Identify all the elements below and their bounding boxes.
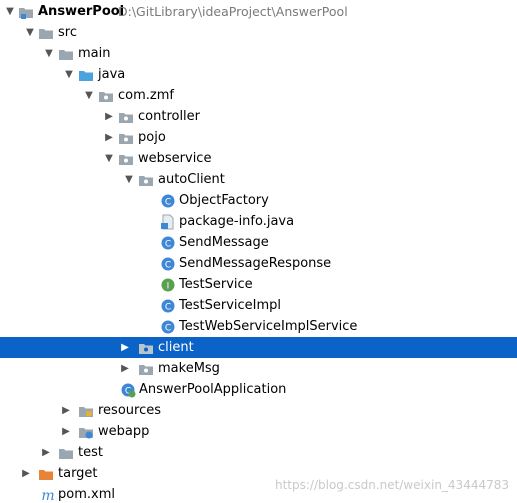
tree-label-file: package-info.java bbox=[179, 214, 295, 229]
class-icon: C bbox=[161, 320, 175, 334]
chevron-down-icon[interactable]: ▼ bbox=[63, 64, 75, 85]
tree-row-pojo[interactable]: ▶ pojo bbox=[0, 127, 517, 148]
resources-folder-icon bbox=[79, 407, 93, 417]
class-icon: C bbox=[161, 257, 175, 271]
interface-icon: I bbox=[161, 278, 175, 292]
tree-label-pojo: pojo bbox=[138, 130, 166, 145]
tree-row-resources[interactable]: ▶ resources bbox=[0, 400, 517, 421]
svg-text:C: C bbox=[165, 261, 171, 271]
tree-label-pom: pom.xml bbox=[58, 487, 115, 502]
java-file-icon bbox=[161, 214, 174, 230]
project-name: AnswerPool bbox=[38, 4, 125, 19]
tree-row-autoclient[interactable]: ▼ autoClient bbox=[0, 169, 517, 190]
project-tree: ▼ AnswerPool D:\GitLibrary\ideaProject\A… bbox=[0, 0, 517, 503]
spring-boot-class-icon: C bbox=[121, 383, 136, 398]
tree-label-application: AnswerPoolApplication bbox=[139, 382, 287, 397]
chevron-down-icon[interactable]: ▼ bbox=[4, 1, 16, 22]
package-icon bbox=[99, 92, 113, 102]
tree-row-webapp[interactable]: ▶ webapp bbox=[0, 421, 517, 442]
tree-label-file: SendMessageResponse bbox=[179, 256, 332, 271]
module-folder-icon bbox=[19, 8, 33, 19]
tree-row-file[interactable]: C ObjectFactory bbox=[0, 190, 517, 211]
tree-label-file: TestService bbox=[179, 277, 253, 292]
svg-text:m: m bbox=[41, 488, 54, 503]
web-folder-icon bbox=[79, 428, 93, 439]
svg-text:I: I bbox=[167, 282, 170, 292]
tree-row-file[interactable]: C SendMessage bbox=[0, 232, 517, 253]
tree-label-webservice: webservice bbox=[138, 151, 212, 166]
svg-text:C: C bbox=[165, 324, 171, 334]
tree-row-package[interactable]: ▼ com.zmf bbox=[0, 85, 517, 106]
tree-row-file[interactable]: C TestWebServiceImplService bbox=[0, 316, 517, 337]
package-icon bbox=[119, 134, 133, 144]
chevron-down-icon[interactable]: ▼ bbox=[43, 43, 55, 64]
tree-label-java: java bbox=[98, 67, 126, 82]
tree-row-project-root[interactable]: ▼ AnswerPool D:\GitLibrary\ideaProject\A… bbox=[0, 1, 517, 22]
tree-label-autoclient: autoClient bbox=[158, 172, 225, 187]
tree-label-package: com.zmf bbox=[118, 88, 174, 103]
chevron-right-icon[interactable]: ▶ bbox=[119, 337, 131, 358]
folder-icon bbox=[39, 29, 53, 39]
tree-label-file: ObjectFactory bbox=[179, 193, 269, 208]
tree-label-file: TestWebServiceImplService bbox=[179, 319, 358, 334]
tree-row-application[interactable]: C AnswerPoolApplication bbox=[0, 379, 517, 400]
project-path: D:\GitLibrary\ideaProject\AnswerPool bbox=[118, 4, 348, 19]
package-icon bbox=[139, 344, 153, 354]
excluded-folder-icon bbox=[39, 470, 53, 480]
folder-icon bbox=[59, 50, 73, 60]
tree-row-file[interactable]: C SendMessageResponse bbox=[0, 253, 517, 274]
chevron-down-icon[interactable]: ▼ bbox=[103, 148, 115, 169]
package-icon bbox=[139, 365, 153, 375]
tree-row-main[interactable]: ▼ main bbox=[0, 43, 517, 64]
tree-label-file: TestServiceImpl bbox=[179, 298, 282, 313]
chevron-right-icon[interactable]: ▶ bbox=[60, 421, 72, 442]
chevron-down-icon[interactable]: ▼ bbox=[123, 169, 135, 190]
tree-row-test[interactable]: ▶ test bbox=[0, 442, 517, 463]
package-icon bbox=[139, 176, 153, 186]
tree-row-webservice[interactable]: ▼ webservice bbox=[0, 148, 517, 169]
chevron-down-icon[interactable]: ▼ bbox=[83, 85, 95, 106]
tree-row-file[interactable]: C TestServiceImpl bbox=[0, 295, 517, 316]
svg-text:C: C bbox=[165, 303, 171, 313]
tree-label-file: SendMessage bbox=[179, 235, 269, 250]
tree-label-test: test bbox=[78, 445, 103, 460]
class-icon: C bbox=[161, 194, 175, 208]
chevron-right-icon[interactable]: ▶ bbox=[60, 400, 72, 421]
tree-label-client: client bbox=[158, 340, 194, 355]
tree-row-src[interactable]: ▼ src bbox=[0, 22, 517, 43]
tree-label-main: main bbox=[78, 46, 111, 61]
tree-label-controller: controller bbox=[138, 109, 201, 124]
tree-row-java[interactable]: ▼ java bbox=[0, 64, 517, 85]
tree-label-target: target bbox=[58, 466, 98, 481]
tree-row-client[interactable]: ▶ client bbox=[0, 337, 517, 358]
tree-label-webapp: webapp bbox=[98, 424, 150, 439]
tree-label-src: src bbox=[58, 25, 77, 40]
chevron-down-icon[interactable]: ▼ bbox=[24, 22, 36, 43]
watermark-text: https://blog.csdn.net/weixin_43444783 bbox=[274, 478, 509, 492]
maven-file-icon: m bbox=[41, 488, 54, 503]
chevron-right-icon[interactable]: ▶ bbox=[103, 106, 115, 127]
tree-row-file[interactable]: package-info.java bbox=[0, 211, 517, 232]
chevron-right-icon[interactable]: ▶ bbox=[103, 127, 115, 148]
class-icon: C bbox=[161, 236, 175, 250]
chevron-right-icon[interactable]: ▶ bbox=[20, 463, 32, 484]
chevron-right-icon[interactable]: ▶ bbox=[119, 358, 131, 379]
tree-label-resources: resources bbox=[98, 403, 162, 418]
tree-row-controller[interactable]: ▶ controller bbox=[0, 106, 517, 127]
class-icon: C bbox=[161, 299, 175, 313]
svg-text:C: C bbox=[165, 198, 171, 208]
tree-row-file[interactable]: I TestService bbox=[0, 274, 517, 295]
source-folder-icon bbox=[79, 71, 93, 81]
folder-icon bbox=[59, 449, 73, 459]
tree-label-makemsg: makeMsg bbox=[158, 361, 220, 376]
package-icon bbox=[119, 155, 133, 165]
svg-text:C: C bbox=[165, 240, 171, 250]
chevron-right-icon[interactable]: ▶ bbox=[40, 442, 52, 463]
package-icon bbox=[119, 113, 133, 123]
tree-row-makemsg[interactable]: ▶ makeMsg bbox=[0, 358, 517, 379]
